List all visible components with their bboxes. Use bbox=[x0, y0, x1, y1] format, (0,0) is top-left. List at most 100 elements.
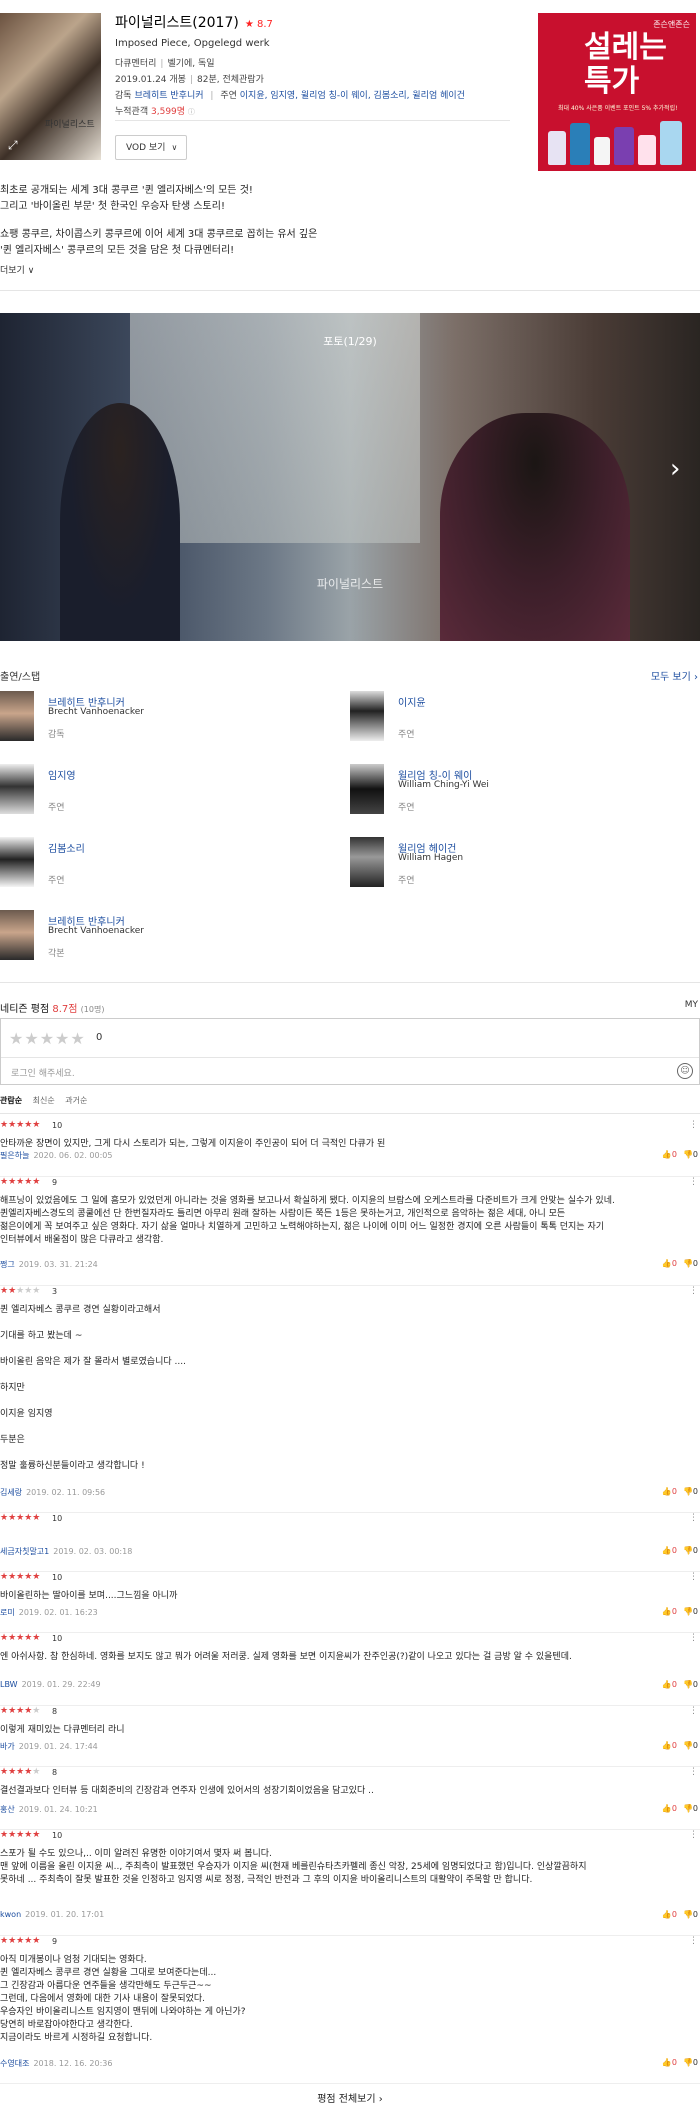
cast-item[interactable]: 이지윤 주연 bbox=[350, 691, 695, 751]
photo-viewer[interactable]: 포토(1/29) 파이널리스트 › bbox=[0, 313, 700, 641]
dislike-count: 0 bbox=[692, 1487, 698, 1496]
review-votes: 👍0 👎0 bbox=[662, 1741, 698, 1750]
review-nickname[interactable]: 홍산 bbox=[0, 1805, 15, 1814]
cast-item[interactable]: 브레히트 반후니커 Brecht Vanhoenacker 감독 bbox=[0, 691, 345, 751]
more-options-icon[interactable]: ⋮ bbox=[689, 1572, 698, 1582]
cast-section-title: 출연/스탭 bbox=[0, 672, 41, 683]
review-nickname[interactable]: 세금자칫말고1 bbox=[0, 1547, 49, 1556]
emoji-icon[interactable]: ☺ bbox=[677, 1063, 693, 1079]
dislike-button[interactable]: 👎0 bbox=[683, 1680, 698, 1689]
sort-tab[interactable]: 최신순 bbox=[33, 1096, 55, 1105]
review-item: ★★★★★ 10 ⋮ 엔 아쉬사항. 참 한심하네. 영화를 보지도 않고 뭐가 어려… bbox=[0, 1633, 700, 1706]
more-options-icon[interactable]: ⋮ bbox=[689, 1177, 698, 1187]
dislike-button[interactable]: 👎0 bbox=[683, 1487, 698, 1496]
cast-item[interactable]: 김봄소리 주연 bbox=[0, 837, 345, 897]
person-name[interactable]: 임지영 bbox=[48, 767, 76, 782]
person-name[interactable]: 이지윤 bbox=[398, 694, 426, 709]
desc-line: 최초로 공개되는 세계 3대 콩쿠르 '퀸 엘리자베스'의 모든 것! bbox=[0, 185, 253, 196]
person-name[interactable]: 김봄소리 bbox=[48, 840, 85, 855]
cast-item[interactable]: 윌리엄 칭-이 웨이 William Ching-Yi Wei 주연 bbox=[350, 764, 695, 824]
person-en: William Hagen bbox=[398, 853, 464, 863]
like-button[interactable]: 👍0 bbox=[662, 1150, 677, 1159]
more-options-icon[interactable]: ⋮ bbox=[689, 1120, 698, 1130]
thumbs-down-icon: 👎 bbox=[682, 1259, 693, 1268]
runtime: 82분, 전체관람가 bbox=[197, 75, 264, 85]
info-icon[interactable]: ⓘ bbox=[188, 108, 195, 116]
vod-button[interactable]: VOD 보기 ∨ bbox=[115, 135, 187, 160]
review-nickname[interactable]: kwon bbox=[0, 1910, 21, 1919]
credits-label: 감독 bbox=[115, 91, 132, 101]
review-stars: ★★★★★ bbox=[0, 1830, 41, 1840]
dislike-button[interactable]: 👎0 bbox=[683, 1150, 698, 1159]
review-item: ★★★★★ 8 ⋮ 결선결과보다 인터뷰 등 대회준비의 긴장감과 연주자 인생에 있… bbox=[0, 1767, 700, 1830]
more-options-icon[interactable]: ⋮ bbox=[689, 1830, 698, 1840]
review-votes: 👍0 👎0 bbox=[662, 1150, 698, 1159]
review-nickname[interactable]: 수영대조 bbox=[0, 2059, 29, 2068]
dislike-button[interactable]: 👎0 bbox=[683, 1259, 698, 1268]
review-text: 해프닝이 있었음에도 그 일에 흠모가 있었던게 아니라는 것을 영화를 보고나… bbox=[0, 1196, 615, 1245]
cast-item[interactable]: 임지영 주연 bbox=[0, 764, 345, 824]
more-options-icon[interactable]: ⋮ bbox=[689, 1936, 698, 1946]
review-item: ★★★★★ 10 ⋮ 바이올린하는 딸아이를 보며....그느낌을 아니까 로미 2019… bbox=[0, 1572, 700, 1633]
review-input[interactable]: 로그인 해주세요. bbox=[11, 1066, 75, 1079]
review-nickname[interactable]: 바가 bbox=[0, 1742, 15, 1751]
person-en: Brecht Vanhoenacker bbox=[48, 707, 144, 717]
sort-tab[interactable]: 과거순 bbox=[65, 1096, 87, 1105]
like-button[interactable]: 👍0 bbox=[662, 1910, 677, 1919]
cast-all-button[interactable]: 모두 보기 › bbox=[651, 668, 698, 683]
expand-icon[interactable]: ⤢ bbox=[8, 138, 22, 152]
like-button[interactable]: 👍0 bbox=[662, 1259, 677, 1268]
review-nickname[interactable]: 필은하늘 bbox=[0, 1151, 29, 1160]
dislike-count: 0 bbox=[692, 1546, 698, 1555]
more-options-icon[interactable]: ⋮ bbox=[689, 1286, 698, 1296]
review-nickname[interactable]: 김세랑 bbox=[0, 1488, 22, 1497]
cast-item[interactable]: 윌리엄 헤이건 William Hagen 주연 bbox=[350, 837, 695, 897]
review-nickname[interactable]: 쩡그 bbox=[0, 1260, 15, 1269]
more-options-icon[interactable]: ⋮ bbox=[689, 1513, 698, 1523]
more-options-icon[interactable]: ⋮ bbox=[689, 1633, 698, 1643]
cast-item[interactable]: 브레히트 반후니커 Brecht Vanhoenacker 각본 bbox=[0, 910, 345, 970]
like-button[interactable]: 👍0 bbox=[662, 1741, 677, 1750]
more-options-icon[interactable]: ⋮ bbox=[689, 1706, 698, 1716]
genre-row: 다큐멘터리 | 벨기에, 독일 bbox=[115, 59, 215, 69]
review-nickname[interactable]: LBW bbox=[0, 1680, 18, 1689]
like-button[interactable]: 👍0 bbox=[662, 1804, 677, 1813]
more-button[interactable]: 더보기 ∨ bbox=[0, 263, 690, 279]
like-button[interactable]: 👍0 bbox=[662, 1487, 677, 1496]
review-nickname[interactable]: 로미 bbox=[0, 1608, 15, 1617]
thumbs-down-icon: 👎 bbox=[682, 1607, 693, 1616]
dislike-button[interactable]: 👎0 bbox=[683, 1804, 698, 1813]
dislike-button[interactable]: 👎0 bbox=[683, 1910, 698, 1919]
review-votes: 👍0 👎0 bbox=[662, 1259, 698, 1268]
ad-banner[interactable]: 존슨앤존슨 설레는 특가 최대 40% 사은품 이벤트 포인트 5% 추가적립! bbox=[538, 13, 696, 171]
cast-links[interactable]: 이지윤, 임지영, 윌리엄 칭-이 웨이, 김봄소리, 윌리엄 헤이건 bbox=[240, 91, 465, 101]
dislike-button[interactable]: 👎0 bbox=[683, 1741, 698, 1750]
audience-row: 누적관객 3,599명 ⓘ bbox=[115, 106, 515, 118]
person-role: 주연 bbox=[398, 876, 415, 886]
review-rating: 10 bbox=[52, 1121, 63, 1130]
avatar bbox=[0, 837, 34, 887]
poster[interactable]: 파이널리스트 ⤢ bbox=[0, 13, 101, 160]
review-date: 2019. 01. 29. 22:49 bbox=[21, 1680, 101, 1689]
chevron-right-icon[interactable]: › bbox=[670, 455, 690, 483]
sort-tab[interactable]: 관람순 bbox=[0, 1096, 22, 1105]
review-votes: 👍0 👎0 bbox=[662, 1680, 698, 1689]
all-reviews-button[interactable]: 평점 전체보기 › bbox=[0, 2090, 700, 2105]
my-button[interactable]: MY bbox=[685, 1000, 698, 1010]
dislike-button[interactable]: 👎0 bbox=[683, 1607, 698, 1616]
dislike-button[interactable]: 👎0 bbox=[683, 2058, 698, 2067]
like-button[interactable]: 👍0 bbox=[662, 1607, 677, 1616]
like-button[interactable]: 👍0 bbox=[662, 1680, 677, 1689]
like-button[interactable]: 👍0 bbox=[662, 1546, 677, 1555]
more-options-icon[interactable]: ⋮ bbox=[689, 1767, 698, 1777]
thumbs-down-icon: 👎 bbox=[682, 1546, 693, 1555]
review-meta: 홍산 2019. 01. 24. 10:21 bbox=[0, 1804, 98, 1815]
dislike-button[interactable]: 👎0 bbox=[683, 1546, 698, 1555]
like-count: 0 bbox=[671, 1607, 677, 1616]
director-link[interactable]: 브레히트 반후니커 bbox=[134, 91, 203, 101]
like-button[interactable]: 👍0 bbox=[662, 2058, 677, 2067]
star-rating-input[interactable]: ★★★★★ bbox=[9, 1029, 86, 1048]
review-text: 엔 아쉬사항. 참 한심하네. 영화를 보지도 않고 뭐가 어려울 저러쿵. 실… bbox=[0, 1652, 572, 1662]
avatar bbox=[350, 837, 384, 887]
person-en: William Ching-Yi Wei bbox=[398, 780, 489, 790]
